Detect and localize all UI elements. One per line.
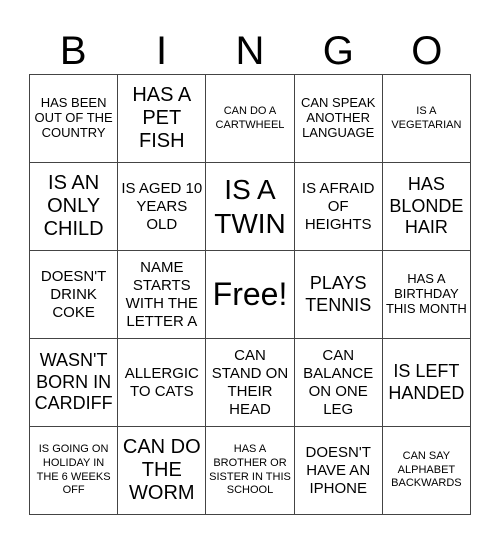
bingo-cell[interactable]: HAS A BIRTHDAY THIS MONTH — [382, 251, 471, 339]
bingo-cell[interactable]: IS GOING ON HOLIDAY IN THE 6 WEEKS OFF — [30, 427, 119, 515]
bingo-cell[interactable]: WASN'T BORN IN CARDIFF — [30, 339, 119, 427]
bingo-cell[interactable]: ALLERGIC TO CATS — [118, 339, 207, 427]
bingo-cell[interactable]: HAS A PET FISH — [118, 75, 207, 163]
header-letter-n: N — [235, 29, 265, 73]
bingo-cell[interactable]: IS A TWIN — [206, 163, 295, 251]
bingo-cell[interactable]: NAME STARTS WITH THE LETTER A — [118, 251, 207, 339]
free-space[interactable]: Free! — [206, 251, 295, 339]
header-letter-b: B — [59, 29, 87, 73]
bingo-cell[interactable]: HAS BEEN OUT OF THE COUNTRY — [30, 75, 119, 163]
bingo-cell[interactable]: IS A VEGETARIAN — [382, 75, 471, 163]
bingo-cell[interactable]: DOESN'T DRINK COKE — [30, 251, 119, 339]
header-letter-g: G — [322, 29, 354, 73]
header-letter-o: O — [411, 29, 443, 73]
bingo-cell[interactable]: CAN SPEAK ANOTHER LANGUAGE — [294, 75, 383, 163]
bingo-cell[interactable]: HAS BLONDE HAIR — [382, 163, 471, 251]
bingo-cell[interactable]: CAN SAY ALPHABET BACKWARDS — [382, 427, 471, 515]
bingo-cell[interactable]: CAN STAND ON THEIR HEAD — [206, 339, 295, 427]
bingo-cell[interactable]: HAS A BROTHER OR SISTER IN THIS SCHOOL — [206, 427, 295, 515]
bingo-cell[interactable]: IS AFRAID OF HEIGHTS — [294, 163, 383, 251]
header-letter-i: I — [156, 29, 168, 73]
bingo-cell[interactable]: CAN DO A CARTWHEEL — [206, 75, 295, 163]
bingo-cell[interactable]: PLAYS TENNIS — [294, 251, 383, 339]
bingo-cell[interactable]: IS AGED 10 YEARS OLD — [118, 163, 207, 251]
bingo-header: B I N G O — [29, 28, 471, 74]
bingo-cell[interactable]: IS LEFT HANDED — [382, 339, 471, 427]
bingo-cell[interactable]: DOESN'T HAVE AN IPHONE — [294, 427, 383, 515]
bingo-cell[interactable]: IS AN ONLY CHILD — [30, 163, 119, 251]
bingo-cell[interactable]: CAN BALANCE ON ONE LEG — [294, 339, 383, 427]
bingo-grid: HAS BEEN OUT OF THE COUNTRY HAS A PET FI… — [29, 74, 471, 515]
bingo-cell[interactable]: CAN DO THE WORM — [118, 427, 207, 515]
